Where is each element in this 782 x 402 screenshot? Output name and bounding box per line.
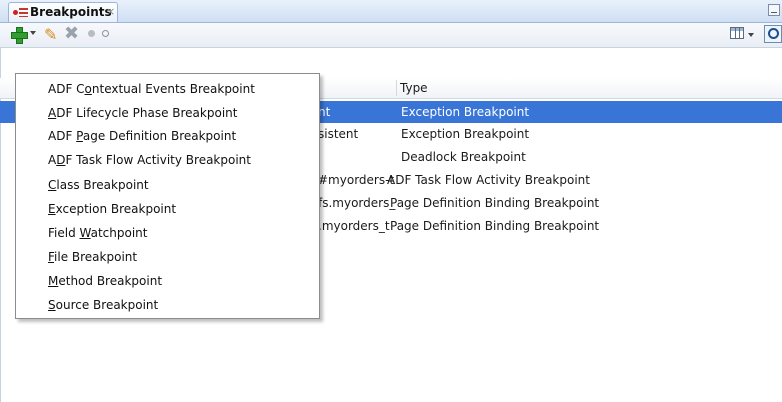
row-type: Exception Breakpoint [401,105,530,119]
tab-strip: Breakpoints × [0,0,782,23]
toolbar: ✎ ✖ [0,23,782,48]
menu-item-file[interactable]: File Breakpoint [48,250,137,270]
menu-item-exception[interactable]: Exception Breakpoint [48,202,176,222]
row-type: Exception Breakpoint [401,127,530,141]
row-type: Page Definition Binding Breakpoint [390,196,600,210]
menu-item-adf-task-flow-activity[interactable]: ADF Task Flow Activity Breakpoint [48,153,251,173]
minimize-window-button[interactable] [768,4,780,16]
delete-x-icon[interactable]: ✖ [64,23,79,44]
menu-item-adf-contextual-events[interactable]: ADF Contextual Events Breakpoint [48,82,255,102]
row-name: sistent [318,127,359,141]
row-type: Page Definition Binding Breakpoint [390,219,600,233]
menu-item-field-watchpoint[interactable]: Field Watchpoint [48,226,148,246]
close-icon[interactable]: × [106,5,115,18]
menu-item-source[interactable]: Source Breakpoint [48,298,158,318]
row-type: ADF Task Flow Activity Breakpoint [387,173,590,187]
menu-item-adf-page-definition[interactable]: ADF Page Definition Breakpoint [48,129,236,149]
add-breakpoint-menu: ADF Contextual Events Breakpoint ADF Lif… [15,73,320,319]
edit-pencil-icon[interactable]: ✎ [44,25,57,44]
tab-title: Breakpoints [30,5,112,19]
table-columns-icon[interactable] [730,27,744,39]
enable-breakpoint-icon[interactable] [88,30,95,37]
row-type: Deadlock Breakpoint [401,150,526,164]
disable-breakpoint-icon[interactable] [102,30,109,37]
columns-dropdown-icon[interactable] [748,33,754,37]
add-breakpoint-button[interactable] [10,26,28,44]
menu-item-method[interactable]: Method Breakpoint [48,274,162,294]
tab-breakpoints[interactable]: Breakpoints × [8,2,118,22]
menu-item-adf-lifecycle-phase[interactable]: ADF Lifecycle Phase Breakpoint [48,106,237,126]
column-divider[interactable] [396,80,397,96]
row-name: #myorders-t [318,173,395,187]
breakpoint-dot-icon [13,10,18,15]
menu-item-class[interactable]: Class Breakpoint [48,178,149,198]
breakpoints-list-icon [19,8,28,17]
column-header-type[interactable]: Type [400,81,428,95]
chevron-down-icon[interactable] [30,31,36,35]
row-name: fs.myorders_ [318,196,396,210]
row-name: .myorders_t [318,219,390,233]
search-icon[interactable] [764,25,782,43]
